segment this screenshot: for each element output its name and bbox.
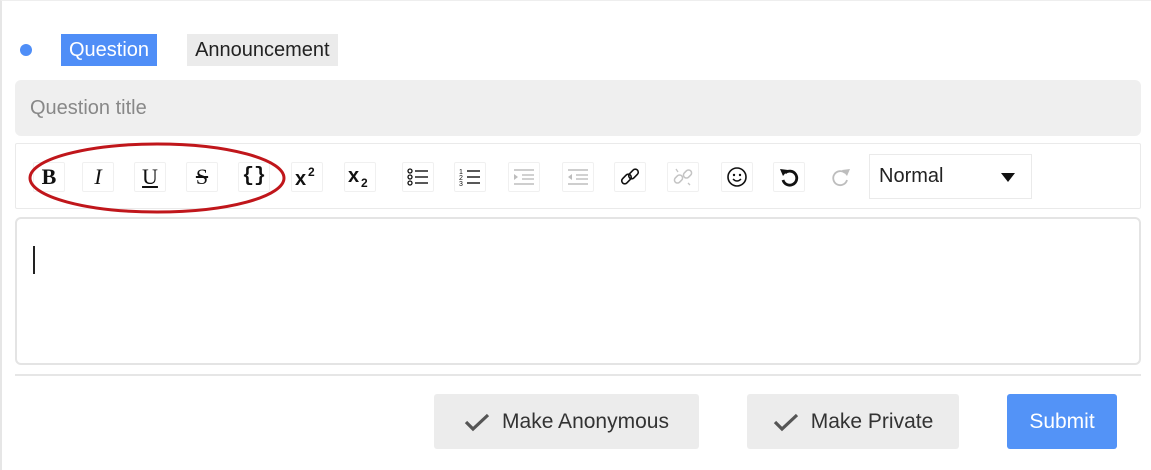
post-body-editor[interactable] xyxy=(15,217,1141,365)
italic-icon: I xyxy=(94,164,102,189)
block-style-dropdown[interactable]: Normal xyxy=(869,154,1032,199)
tab-announcement[interactable]: Announcement xyxy=(187,34,338,66)
check-icon xyxy=(773,413,798,431)
svg-text:2: 2 xyxy=(308,165,315,179)
text-cursor xyxy=(33,246,35,274)
emoji-button[interactable] xyxy=(721,162,753,192)
superscript-icon: x 2 xyxy=(295,165,315,189)
link-button[interactable] xyxy=(614,162,646,192)
indent-button[interactable] xyxy=(508,162,540,192)
undo-button[interactable] xyxy=(773,162,805,192)
code-button[interactable]: {} xyxy=(238,162,270,192)
superscript-button[interactable]: x 2 xyxy=(291,162,323,192)
strikethrough-button[interactable]: S xyxy=(186,162,218,192)
outdent-button[interactable] xyxy=(562,162,594,192)
bullet-list-button[interactable] xyxy=(402,162,434,192)
svg-text:x: x xyxy=(348,165,359,187)
editor-toolbar: B I U S {} x 2 x 2 1 2 3 Normal xyxy=(15,143,1141,209)
outdent-icon xyxy=(568,169,588,185)
question-title-input[interactable] xyxy=(15,80,1141,136)
caret-down-icon xyxy=(1001,173,1015,182)
bold-icon: B xyxy=(41,164,57,189)
svg-text:3: 3 xyxy=(459,181,463,187)
make-private-button[interactable]: Make Private xyxy=(747,394,959,449)
unlink-button[interactable] xyxy=(667,162,699,192)
underline-icon: U xyxy=(142,164,158,189)
submit-button[interactable]: Submit xyxy=(1007,394,1117,449)
subscript-icon: x 2 xyxy=(348,165,368,189)
link-icon xyxy=(620,168,640,185)
strikethrough-icon: S xyxy=(195,164,209,189)
redo-icon xyxy=(832,169,850,187)
footer-divider xyxy=(15,374,1141,376)
bold-button[interactable]: B xyxy=(33,162,65,192)
svg-text:x: x xyxy=(295,168,306,189)
indent-icon xyxy=(514,169,534,185)
redo-button[interactable] xyxy=(825,162,857,192)
undo-icon xyxy=(780,169,799,187)
numbered-list-icon: 1 2 3 xyxy=(459,169,480,187)
emoji-icon xyxy=(727,167,747,187)
underline-button[interactable]: U xyxy=(134,162,166,192)
tab-question[interactable]: Question xyxy=(61,34,158,66)
unlink-icon xyxy=(673,168,693,186)
block-style-value: Normal xyxy=(879,165,944,187)
italic-button[interactable]: I xyxy=(82,162,114,192)
make-private-label: Make Private xyxy=(810,409,934,433)
make-anonymous-label: Make Anonymous xyxy=(502,409,669,433)
numbered-list-button[interactable]: 1 2 3 xyxy=(454,162,486,192)
post-composer: Question Announcement B I U S {} x 2 xyxy=(0,0,1151,470)
make-anonymous-button[interactable]: Make Anonymous xyxy=(434,394,699,449)
subscript-button[interactable]: x 2 xyxy=(344,162,376,192)
bullet-list-icon xyxy=(407,168,428,186)
code-icon: {} xyxy=(241,165,266,188)
svg-text:2: 2 xyxy=(361,176,368,189)
check-icon xyxy=(464,413,490,431)
post-type-selector: Question Announcement xyxy=(20,34,368,66)
selected-indicator-dot xyxy=(20,44,32,56)
